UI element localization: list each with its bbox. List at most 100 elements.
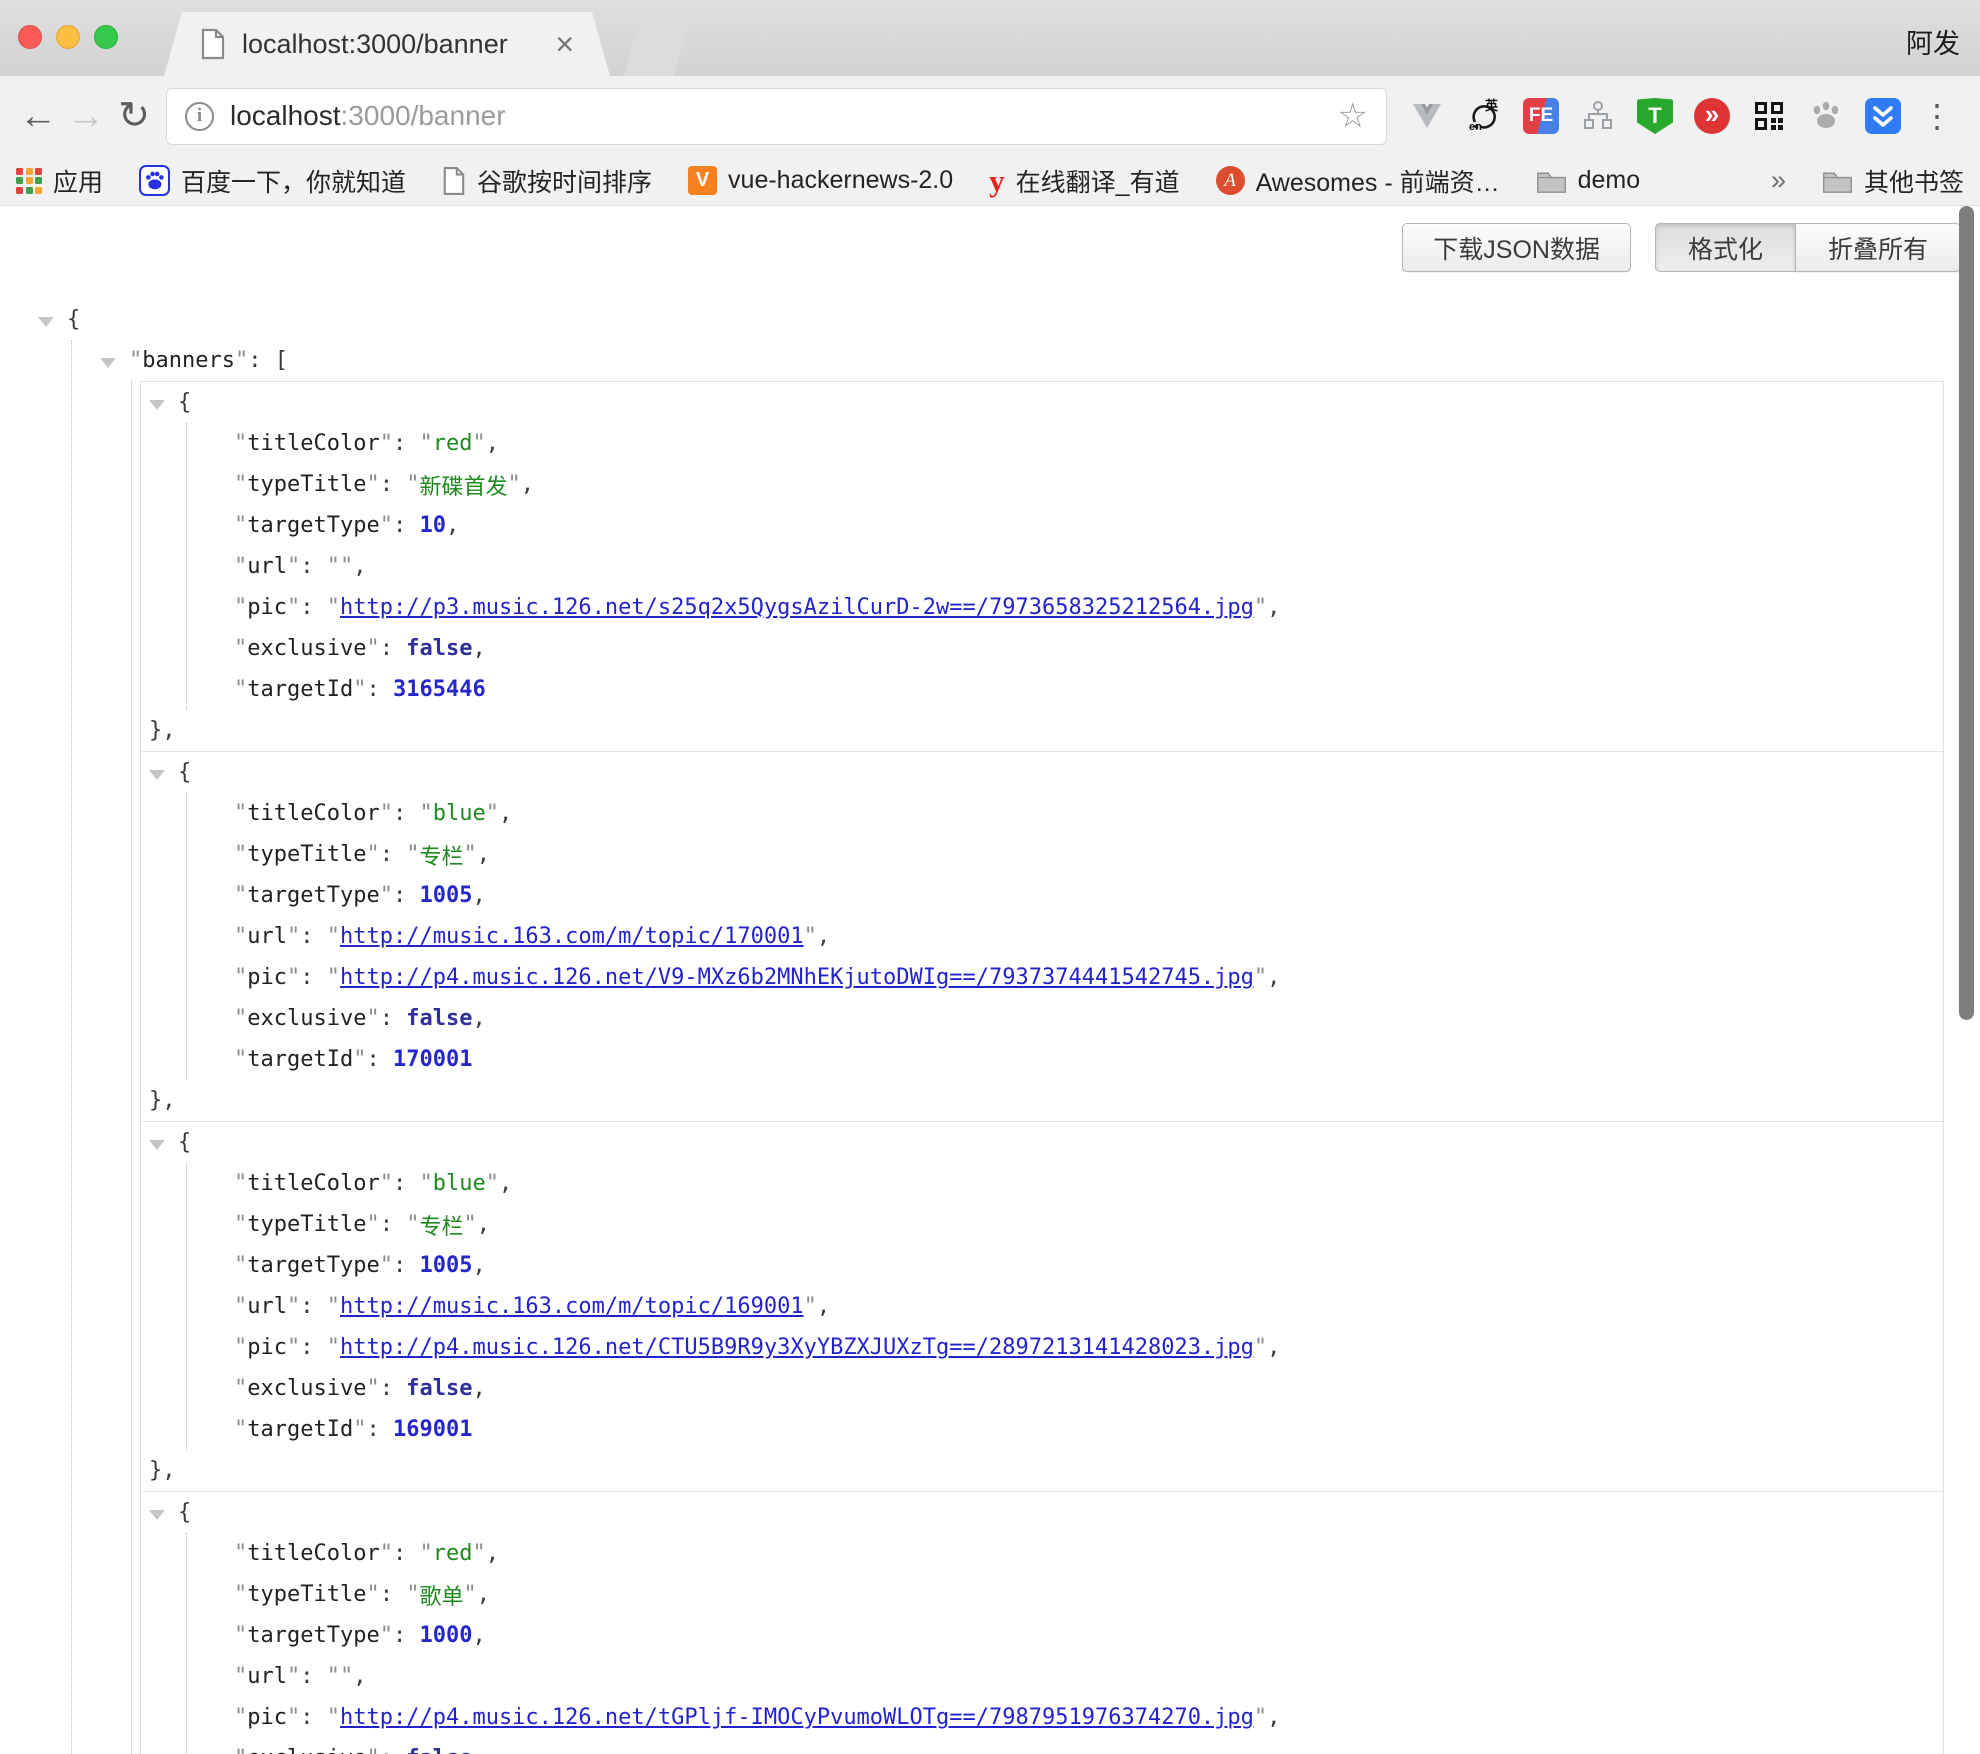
- json-punct: ,: [472, 1253, 485, 1278]
- bookmark-item-4[interactable]: Vvue-hackernews-2.0: [688, 166, 953, 195]
- json-key: url: [247, 554, 287, 579]
- browser-tab[interactable]: localhost:3000/banner ×: [164, 12, 610, 76]
- profile-name[interactable]: 阿发: [1906, 22, 1960, 61]
- json-quote: ": [234, 1582, 247, 1607]
- json-punct: :: [300, 595, 327, 620]
- json-punct: :: [300, 1705, 327, 1730]
- scrollbar-thumb[interactable]: [1959, 206, 1974, 1020]
- json-link-pic[interactable]: http://p4.music.126.net/tGPljf-IMOCyPvum…: [340, 1705, 1254, 1730]
- json-quote: ": [235, 348, 248, 373]
- new-tab-button[interactable]: [624, 16, 690, 76]
- tampermonkey-extension-icon[interactable]: T: [1637, 98, 1673, 134]
- address-bar[interactable]: i localhost:3000/banner ☆: [166, 88, 1387, 145]
- json-quote: ": [463, 1212, 476, 1237]
- json-quote: ": [1254, 965, 1267, 990]
- vue-devtools-extension-icon[interactable]: [1409, 98, 1445, 134]
- browser-menu-icon[interactable]: ⋮: [1921, 97, 1953, 135]
- json-key: targetType: [247, 883, 379, 908]
- bookmark-star-icon[interactable]: ☆: [1338, 96, 1368, 136]
- json-quote: ": [234, 1253, 247, 1278]
- site-info-icon[interactable]: i: [185, 102, 214, 131]
- json-quote: ": [287, 1705, 300, 1730]
- json-line: "url": "",: [234, 546, 1943, 587]
- json-link-pic[interactable]: http://p4.music.126.net/V9-MXz6b2MNhEKju…: [340, 965, 1254, 990]
- json-quote: ": [287, 595, 300, 620]
- collapse-toggle-icon[interactable]: [149, 1140, 165, 1150]
- json-punct: : [: [248, 348, 288, 373]
- json-number-value: 169001: [393, 1417, 472, 1442]
- paw-extension-icon[interactable]: [1808, 98, 1844, 134]
- json-quote: ": [366, 1376, 379, 1401]
- collapse-toggle-icon[interactable]: [100, 358, 116, 368]
- url-text[interactable]: localhost:3000/banner: [230, 100, 506, 132]
- json-line: {: [141, 752, 1943, 793]
- json-punct: :: [300, 965, 327, 990]
- fe-helper-extension-icon[interactable]: FE: [1523, 98, 1559, 134]
- json-quote: ": [287, 1335, 300, 1360]
- actions-row: 下载JSON数据 格式化 折叠所有: [0, 223, 1980, 272]
- json-line: "exclusive": false,: [234, 1738, 1943, 1754]
- bookmark-item-1[interactable]: 应用: [16, 163, 103, 199]
- json-link-pic[interactable]: http://p3.music.126.net/s25q2x5QygsAzilC…: [340, 595, 1254, 620]
- format-button[interactable]: 格式化: [1655, 223, 1796, 272]
- banner-object-box: {"titleColor": "red","typeTitle": "歌单","…: [140, 1491, 1944, 1754]
- baidu-paw-icon: [139, 165, 170, 196]
- json-boolean-value: false: [406, 1746, 472, 1754]
- json-link-url[interactable]: http://music.163.com/m/topic/170001: [340, 924, 804, 949]
- forward-button[interactable]: →: [62, 97, 110, 135]
- sitemap-extension-icon[interactable]: [1580, 98, 1616, 134]
- json-quote: ": [234, 965, 247, 990]
- json-quote: ": [234, 554, 247, 579]
- back-button[interactable]: ←: [14, 97, 62, 135]
- json-punct: {: [178, 760, 191, 785]
- json-quote: ": [234, 431, 247, 456]
- download-json-button[interactable]: 下载JSON数据: [1402, 223, 1631, 272]
- bookmark-label: Awesomes - 前端资…: [1256, 163, 1500, 199]
- collapse-toggle-icon[interactable]: [38, 317, 54, 327]
- json-quote: ": [234, 801, 247, 826]
- json-key: targetType: [247, 1253, 379, 1278]
- json-key: exclusive: [247, 636, 366, 661]
- bookmarks-overflow-chevron[interactable]: »: [1771, 165, 1786, 196]
- json-number-value: 170001: [393, 1047, 472, 1072]
- bookmark-item-6[interactable]: AAwesomes - 前端资…: [1216, 163, 1500, 199]
- json-tree: {"banners": [{"titleColor": "red","typeT…: [0, 299, 1980, 1754]
- reload-button[interactable]: ↻: [110, 97, 158, 135]
- page-favicon-icon: [200, 28, 226, 60]
- json-punct: ,: [472, 883, 485, 908]
- bookmark-item-2[interactable]: 百度一下，你就知道: [139, 163, 406, 199]
- collapse-toggle-icon[interactable]: [149, 770, 165, 780]
- close-window-button[interactable]: [18, 25, 42, 49]
- json-quote: ": [380, 883, 393, 908]
- json-string-value: 新碟首发: [419, 469, 507, 501]
- json-line: "url": "http://music.163.com/m/topic/169…: [234, 1286, 1943, 1327]
- bookmark-item-5[interactable]: y在线翻译_有道: [989, 163, 1179, 199]
- json-quote: ": [366, 1006, 379, 1031]
- json-key: titleColor: [247, 431, 379, 456]
- bookmark-item-3[interactable]: 谷歌按时间排序: [442, 163, 652, 199]
- json-boolean-value: false: [406, 1376, 472, 1401]
- json-line: {: [141, 382, 1943, 423]
- video-downloader-extension-icon[interactable]: »: [1694, 98, 1730, 134]
- qr-code-extension-icon[interactable]: [1751, 98, 1787, 134]
- json-link-pic[interactable]: http://p4.music.126.net/CTU5B9R9y3XyYBZX…: [340, 1335, 1254, 1360]
- json-punct: {: [67, 307, 80, 332]
- translate-extension-icon[interactable]: 英en: [1466, 98, 1502, 134]
- collapse-toggle-icon[interactable]: [149, 400, 165, 410]
- other-bookmarks-folder[interactable]: 其他书签: [1822, 163, 1964, 199]
- zoom-window-button[interactable]: [94, 25, 118, 49]
- json-link-url[interactable]: http://music.163.com/m/topic/169001: [340, 1294, 804, 1319]
- thunder-download-extension-icon[interactable]: [1865, 98, 1901, 134]
- json-punct: },: [149, 1088, 176, 1113]
- tab-close-icon[interactable]: ×: [555, 28, 574, 60]
- extensions-row: 英en FE T »: [1409, 98, 1901, 134]
- json-key: banners: [142, 348, 235, 373]
- json-quote: ": [1254, 1335, 1267, 1360]
- bookmark-item-7[interactable]: demo: [1536, 166, 1641, 195]
- collapse-all-button[interactable]: 折叠所有: [1795, 223, 1961, 272]
- minimize-window-button[interactable]: [56, 25, 80, 49]
- json-line: "pic": "http://p4.music.126.net/CTU5B9R9…: [234, 1327, 1943, 1368]
- json-punct: ,: [486, 1541, 499, 1566]
- collapse-toggle-icon[interactable]: [149, 1510, 165, 1520]
- json-quote: ": [463, 1582, 476, 1607]
